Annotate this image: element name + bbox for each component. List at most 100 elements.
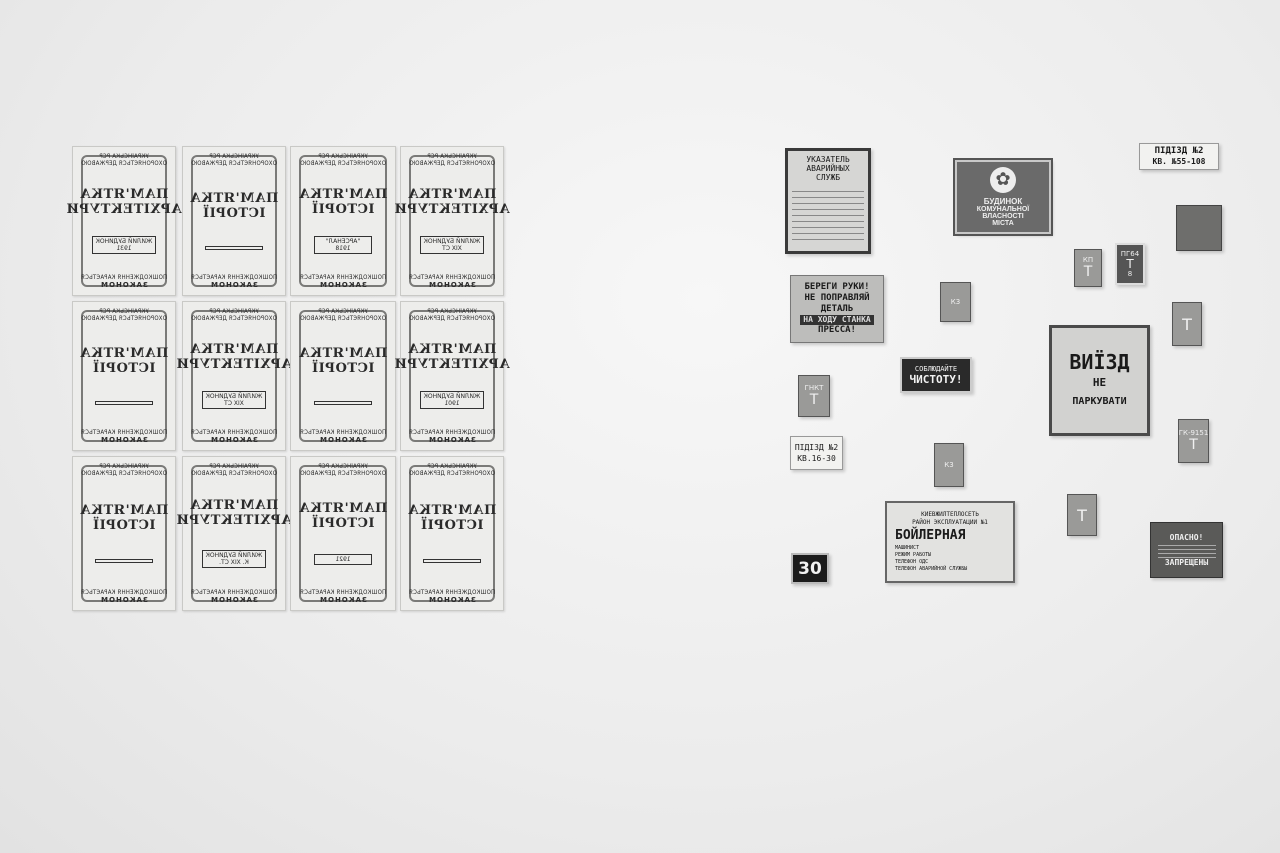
print-footer: ПОШКОДЖЕННЯ КАРАЄТЬСЯ ЗАКОНОМ	[409, 429, 495, 444]
print-info-line: XIX СТ	[442, 245, 462, 253]
sign-vyizd-line-3: ПАРКУВАТИ	[1072, 395, 1127, 407]
print-mirrored-content: УКРАЇНСЬКА РСР ОХОРОНЯЄТЬСЯ ДЕРЖАВОЮ ПАМ'Я…	[295, 153, 391, 289]
print-title-line: ПАМ'ЯТКА	[79, 186, 169, 202]
print-footer: ПОШКОДЖЕННЯ КАРАЄТЬСЯ ЗАКОНОМ	[191, 589, 277, 604]
print-mirrored-content: УКРАЇНСЬКА РСР ОХОРОНЯЄТЬСЯ ДЕРЖАВОЮ ПАМ'Я…	[295, 308, 391, 444]
print-footer-line: ПОШКОДЖЕННЯ КАРАЄТЬСЯ	[190, 428, 278, 436]
print-footer: ПОШКОДЖЕННЯ КАРАЄТЬСЯ ЗАКОНОМ	[300, 429, 386, 444]
print-title-line: ІСТОРІЇ	[202, 206, 266, 222]
print-header-line: УКРАЇНСЬКА РСР	[209, 153, 259, 160]
sign-boylerna-line-5: РЕЖИМ РАБОТЫ	[895, 552, 932, 558]
print-info-box: ЖИЛИЙ БУДИНОК XIX СТ	[201, 391, 267, 410]
print-mirrored-content: УКРАЇНСЬКА РСР ОХОРОНЯЄТЬСЯ ДЕРЖАВОЮ ПАМ'Я…	[394, 153, 510, 289]
print-footer-line: ПОШКОДЖЕННЯ КАРАЄТЬСЯ	[408, 273, 496, 281]
print-info-box	[423, 559, 481, 563]
sign-opasno-line-2: ЗАПРЕЩЕНЫ	[1164, 558, 1209, 567]
sign-entrance-1-line-2: КВ. №55-108	[1152, 157, 1206, 166]
print-footer: ПОШКОДЖЕННЯ КАРАЄТЬСЯ ЗАКОНОМ	[300, 589, 386, 604]
sign-beregi-ruki: БЕРЕГИ РУКИ! НЕ ПОПРАВЛЯЙ ДЕТАЛЬ НА ХОДУ…	[790, 275, 884, 343]
print-info-box	[95, 559, 153, 563]
print-mirrored-content: УКРАЇНСЬКА РСР ОХОРОНЯЄТЬСЯ ДЕРЖАВОЮ ПАМ'Я…	[295, 463, 391, 604]
print-info-line: К. XIX СТ.	[219, 558, 249, 566]
sign-entrance-2-line-2: КВ.16-30	[797, 454, 836, 463]
print-header: УКРАЇНСЬКА РСР ОХОРОНЯЄТЬСЯ ДЕРЖАВОЮ	[191, 153, 277, 167]
print-header: УКРАЇНСЬКА РСР ОХОРОНЯЄТЬСЯ ДЕРЖАВОЮ	[300, 463, 386, 477]
print-footer-line: ПОШКОДЖЕННЯ КАРАЄТЬСЯ	[80, 428, 168, 436]
sign-t-2: Т	[1067, 494, 1097, 536]
sign-vyizd: ВИЇЗД НЕ ПАРКУВАТИ	[1049, 325, 1150, 436]
print-info-box: ЖИЛИЙ БУДИНОК 1901	[419, 391, 485, 410]
sign-pg64: ПГ64 Т 8	[1115, 243, 1145, 285]
print-info-line: 1931	[116, 245, 132, 253]
print-title-line: ПАМ'ЯТКА	[189, 191, 279, 207]
print-title-line: АРХІТЕКТУРИ	[176, 356, 292, 372]
sign-t-1-symbol: Т	[1182, 314, 1192, 334]
sign-opasno: ОПАСНО! ЗАПРЕЩЕНЫ	[1150, 522, 1223, 578]
memorial-print: УКРАЇНСЬКА РСР ОХОРОНЯЄТЬСЯ ДЕРЖАВОЮ ПАМ'Я…	[290, 456, 396, 611]
sign-municipal-building: ✿ БУДИНОК КОМУНАЛЬНОЇ ВЛАСНОСТІ МІСТА	[953, 158, 1053, 236]
print-mirrored-content: УКРАЇНСЬКА РСР ОХОРОНЯЄТЬСЯ ДЕРЖАВОЮ ПАМ'Я…	[176, 463, 292, 604]
sign-emergency-title-3: СЛУЖБ	[815, 173, 841, 182]
print-title-line: ПАМ'ЯТКА	[189, 341, 279, 357]
sign-beregi-line-2: НЕ ПОПРАВЛЯЙ	[804, 293, 870, 303]
print-header: УКРАЇНСЬКА РСР ОХОРОНЯЄТЬСЯ ДЕРЖАВОЮ	[409, 153, 495, 167]
sign-kp-label: КП	[1082, 256, 1094, 264]
print-header: УКРАЇНСЬКА РСР ОХОРОНЯЄТЬСЯ ДЕРЖАВОЮ	[191, 308, 277, 322]
print-header-line: ОХОРОНЯЄТЬСЯ ДЕРЖАВОЮ	[81, 160, 167, 167]
print-footer-law: ЗАКОНОМ	[210, 435, 258, 444]
sign-emergency-title-2: АВАРИЙНЫХ	[806, 164, 850, 173]
print-footer-line: ПОШКОДЖЕННЯ КАРАЄТЬСЯ	[408, 428, 496, 436]
print-header-line: УКРАЇНСЬКА РСР	[427, 153, 477, 160]
print-mirrored-content: УКРАЇНСЬКА РСР ОХОРОНЯЄТЬСЯ ДЕРЖАВОЮ ПАМ'Я…	[77, 308, 171, 444]
print-title-line: ПАМ'ЯТКА	[189, 498, 279, 514]
sign-gk-symbol: Т	[1189, 437, 1198, 453]
sign-kp: КП Т	[1074, 249, 1102, 287]
print-footer: ПОШКОДЖЕННЯ КАРАЄТЬСЯ ЗАКОНОМ	[81, 429, 167, 444]
print-header-line: УКРАЇНСЬКА РСР	[99, 463, 149, 470]
print-title-line: ПАМ'ЯТКА	[79, 346, 169, 362]
print-info-box: ЖИЛИЙ БУДИНОК XIX СТ	[419, 236, 485, 255]
print-header: УКРАЇНСЬКА РСР ОХОРОНЯЄТЬСЯ ДЕРЖАВОЮ	[300, 308, 386, 322]
print-footer-law: ЗАКОНОМ	[100, 596, 148, 604]
print-footer: ПОШКОДЖЕННЯ КАРАЄТЬСЯ ЗАКОНОМ	[81, 589, 167, 604]
memorial-print: УКРАЇНСЬКА РСР ОХОРОНЯЄТЬСЯ ДЕРЖАВОЮ ПАМ'Я…	[400, 456, 504, 611]
print-header-line: ОХОРОНЯЄТЬСЯ ДЕРЖАВОЮ	[300, 160, 386, 167]
sign-entrance-2: ПІДІЗД №2 КВ.16-30	[790, 436, 843, 470]
print-header-line: УКРАЇНСЬКА РСР	[99, 153, 149, 160]
sign-boylerna-line-1: КИЕВЖИЛТЕПЛОСЕТЬ	[921, 511, 979, 518]
memorial-print: УКРАЇНСЬКА РСР ОХОРОНЯЄТЬСЯ ДЕРЖАВОЮ ПАМ'Я…	[394, 301, 510, 451]
print-title-line: ПАМ'ЯТКА	[407, 341, 497, 357]
print-footer-law: ЗАКОНОМ	[100, 435, 148, 444]
sign-entrance-1: ПІДІЗД №2 КВ. №55-108	[1139, 143, 1219, 170]
print-header: УКРАЇНСЬКА РСР ОХОРОНЯЄТЬСЯ ДЕРЖАВОЮ	[300, 153, 386, 167]
sign-vyizd-line-1: ВИЇЗД	[1069, 349, 1130, 374]
print-title-line: ІСТОРІЇ	[311, 201, 375, 217]
print-title: ПАМ'ЯТКА АРХІТЕКТУРИ	[176, 342, 292, 372]
sign-soblyudayte-line-1: СОБЛЮДАЙТЕ	[914, 364, 958, 373]
memorial-print: УКРАЇНСЬКА РСР ОХОРОНЯЄТЬСЯ ДЕРЖАВОЮ ПАМ'Я…	[72, 456, 176, 611]
print-header-line: УКРАЇНСЬКА РСР	[427, 308, 477, 315]
sign-vyizd-line-2: НЕ	[1092, 375, 1107, 389]
print-title-line: ІСТОРІЇ	[311, 515, 375, 531]
print-header-line: УКРАЇНСЬКА РСР	[99, 308, 149, 315]
sign-entrance-1-line-1: ПІДІЗД №2	[1154, 146, 1204, 156]
print-header-line: ОХОРОНЯЄТЬСЯ ДЕРЖАВОЮ	[300, 315, 386, 322]
print-title-line: ПАМ'ЯТКА	[407, 503, 497, 518]
sign-beregi-line-4: НА ХОДУ СТАНКА	[800, 315, 874, 325]
print-footer-law: ЗАКОНОМ	[428, 596, 476, 604]
sign-pg64-num-1: 8	[1127, 270, 1133, 278]
print-footer-law: ЗАКОНОМ	[319, 280, 367, 289]
print-header-line: ОХОРОНЯЄТЬСЯ ДЕРЖАВОЮ	[409, 315, 495, 322]
sign-soblyudayte: СОБЛЮДАЙТЕ ЧИСТОТУ!	[900, 357, 972, 393]
print-header-line: УКРАЇНСЬКА РСР	[209, 308, 259, 315]
print-title-line: ПАМ'ЯТКА	[298, 500, 388, 516]
sign-municipal-line-1: БУДИНОК	[983, 197, 1023, 206]
print-header-line: ОХОРОНЯЄТЬСЯ ДЕРЖАВОЮ	[81, 470, 167, 477]
flower-emblem-icon: ✿	[990, 167, 1016, 193]
print-title-line: АРХІТЕКТУРИ	[394, 201, 510, 217]
print-header-line: УКРАЇНСЬКА РСР	[427, 463, 477, 470]
print-title-line: ІСТОРІЇ	[92, 361, 156, 377]
print-mirrored-content: УКРАЇНСЬКА РСР ОХОРОНЯЄТЬСЯ ДЕРЖАВОЮ ПАМ'Я…	[77, 463, 171, 604]
sign-number-30-text: 30	[798, 558, 822, 579]
sign-opasno-line-1: ОПАСНО!	[1169, 533, 1204, 542]
